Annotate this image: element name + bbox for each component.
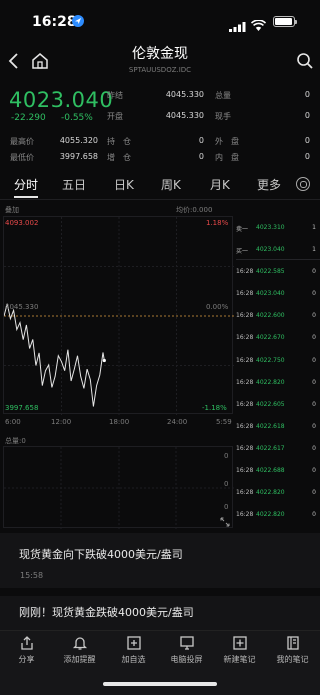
tick-row: 16:28 4022.617 0 (236, 444, 316, 452)
notebook-icon (286, 636, 299, 650)
open-value: 4045.330 (165, 111, 204, 120)
tab-monthly-k[interactable]: 月K (210, 176, 230, 193)
last-price-point (102, 358, 106, 363)
tab-weekly-k[interactable]: 周K (161, 176, 181, 193)
chart-settings-icon[interactable] (296, 177, 310, 191)
battery-icon (273, 16, 297, 27)
chart-bottom-price: 3997.658 (5, 404, 39, 412)
outer-volume-value: 0 (304, 136, 310, 145)
depth-separator (236, 259, 320, 260)
home-indicator (103, 682, 217, 686)
low-label: 最低价 (10, 153, 34, 162)
add-watchlist-button[interactable]: 加自选 (107, 635, 160, 665)
high-label: 最高价 (10, 137, 34, 146)
home-icon[interactable] (31, 52, 49, 70)
chart-top-price: 4093.002 (5, 219, 39, 227)
bell-icon (72, 637, 87, 650)
depth-row-ask: 卖一 4023.310 1 (236, 224, 316, 233)
volume-axis-mid: 0 (224, 480, 229, 488)
total-volume-label: 总量 (215, 91, 231, 100)
chart-bottom-pct: -1.18% (202, 404, 227, 412)
x-tick: 12:00 (51, 418, 72, 426)
status-time: 16:28 (32, 14, 77, 30)
chart-mid-price: 4045.330 (5, 303, 39, 311)
news-headline[interactable]: 刚刚！现货黄金跌破4000美元/盎司 (19, 604, 194, 620)
current-hand-value: 0 (304, 111, 310, 120)
tick-row: 16:28 4022.750 0 (236, 356, 316, 364)
tick-row: 16:28 4022.820 0 (236, 378, 316, 386)
open-label: 开盘 (107, 112, 123, 121)
tick-row: 16:28 4022.670 0 (236, 334, 316, 342)
chart-top-pct: 1.18% (206, 219, 229, 227)
volume-axis-top: 0 (224, 452, 229, 460)
news-divider (0, 588, 320, 596)
volume-axis-bottom: 0 (224, 503, 229, 511)
price-line-series (4, 303, 105, 407)
wifi-icon (250, 16, 267, 31)
new-note-button[interactable]: 新建笔记 (213, 635, 266, 665)
high-value: 4055.320 (59, 136, 98, 145)
price-change-pct: -0.55% (61, 113, 93, 123)
current-hand-label: 现手 (215, 112, 231, 121)
x-tick: 18:00 (109, 418, 130, 426)
tab-five-day[interactable]: 五日 (62, 176, 86, 193)
prev-settle-label: 昨结 (107, 91, 123, 100)
inner-volume-label: 内 盘 (215, 153, 239, 162)
share-button[interactable]: 分享 (0, 635, 53, 665)
tick-row: 16:28 4022.688 0 (236, 467, 316, 475)
outer-volume-label: 外 盘 (215, 137, 239, 146)
tabs-divider (0, 199, 320, 200)
add-alert-button[interactable]: 添加提醒 (53, 635, 106, 665)
tick-row: 16:28 4022.605 0 (236, 400, 316, 408)
my-notes-button[interactable]: 我的笔记 (266, 635, 319, 665)
active-tab-indicator (14, 196, 38, 198)
oi-change-value: 0 (198, 152, 204, 161)
tick-row: 16:28 4022.618 0 (236, 422, 316, 430)
symbol-code: SPTAUUSDOZ.IDC (128, 66, 192, 74)
low-value: 3997.658 (59, 152, 98, 161)
tick-row: 16:28 4022.585 0 (236, 268, 316, 276)
cellular-signal-icon (229, 17, 246, 32)
volume-label: 总量:0 (5, 437, 26, 445)
screen-cast-button[interactable]: 电脑投屏 (160, 635, 213, 665)
location-icon (72, 15, 84, 27)
back-button[interactable] (6, 52, 22, 70)
news-time: 15:58 (20, 571, 44, 580)
overlay-button[interactable]: 叠加 (5, 205, 19, 215)
avg-price-legend: 均价:0.000 (176, 206, 213, 214)
monitor-icon (179, 636, 194, 650)
volume-chart[interactable] (3, 446, 234, 529)
chart-mid-pct: 0.00% (206, 303, 229, 311)
oi-change-label: 增 仓 (107, 153, 131, 162)
tick-row: 16:28 4022.820 0 (236, 511, 316, 519)
page-title: 伦敦金现 (132, 46, 188, 62)
x-tick: 24:00 (167, 418, 188, 426)
tab-daily-k[interactable]: 日K (114, 176, 134, 193)
tick-row: 16:28 4022.600 0 (236, 312, 316, 320)
last-price: 4023.040 (9, 88, 114, 112)
share-icon (20, 636, 33, 650)
tick-row: 16:28 4022.820 0 (236, 489, 316, 497)
plus-square-icon (126, 636, 141, 650)
open-interest-label: 持 仓 (107, 137, 131, 146)
price-chart[interactable] (3, 216, 234, 415)
prev-settle-value: 4045.330 (165, 90, 204, 99)
open-interest-value: 0 (198, 136, 204, 145)
news-headline[interactable]: 现货黄金向下跌破4000美元/盎司 (19, 546, 183, 562)
new-note-icon (232, 636, 247, 650)
tab-intraday[interactable]: 分时 (14, 176, 38, 193)
tab-more[interactable]: 更多 (257, 176, 281, 193)
volume-grid (4, 447, 234, 529)
x-tick: 5:59 (216, 418, 232, 426)
depth-list: 卖一 4023.310 1 买一 4023.040 1 16:28 4022.585 0 1… (236, 218, 320, 527)
x-tick: 6:00 (5, 418, 21, 426)
inner-volume-value: 0 (304, 152, 310, 161)
price-chart-plot (4, 217, 234, 415)
total-volume-value: 0 (304, 90, 310, 99)
expand-icon[interactable] (220, 512, 230, 527)
search-icon[interactable] (296, 52, 314, 70)
tick-row: 16:28 4023.040 0 (236, 290, 316, 298)
price-change: -22.290 (11, 113, 46, 123)
